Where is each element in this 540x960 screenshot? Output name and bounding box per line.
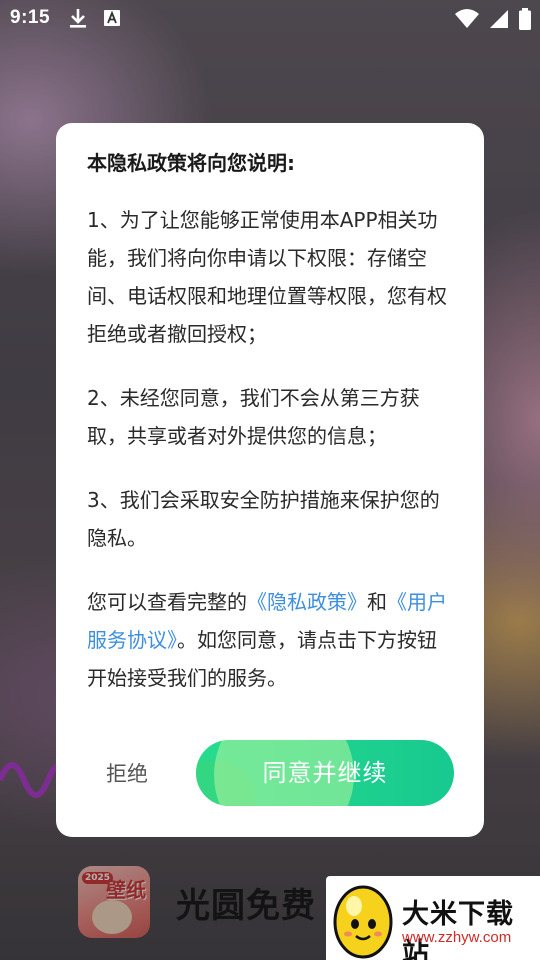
agree-continue-label: 同意并继续 bbox=[262, 759, 388, 787]
a-box-icon bbox=[104, 10, 120, 26]
screen: 2025 壁纸 光圆免费 9:15 本隐私政策将向您说明: 1、为了让您能够正常… bbox=[0, 0, 540, 960]
status-bar: 9:15 bbox=[0, 0, 540, 36]
privacy-policy-link[interactable]: 《隐私政策》 bbox=[247, 590, 367, 614]
download-icon bbox=[70, 9, 86, 28]
status-time: 9:15 bbox=[10, 7, 51, 28]
agree-continue-button[interactable]: 同意并继续 bbox=[196, 740, 454, 806]
battery-icon bbox=[519, 8, 531, 30]
policy-item-security: 3、我们会采取安全防护措施来保护您的隐私。 bbox=[87, 488, 440, 550]
status-icons-right bbox=[454, 7, 532, 31]
links-intro-text: 您可以查看完整的 bbox=[87, 590, 247, 614]
egg-mascot-icon bbox=[333, 885, 393, 959]
dialog-buttons: 拒绝 同意并继续 bbox=[56, 740, 484, 808]
watermark-badge: 大米下载站 www.zzhyw.com bbox=[326, 876, 540, 960]
policy-item-third-party: 2、未经您同意，我们不会从第三方获取，共享或者对外提供您的信息； bbox=[87, 386, 420, 448]
policy-links-paragraph: 您可以查看完整的《隐私政策》和《用户服务协议》。如您同意，请点击下方按钮开始接受… bbox=[87, 583, 454, 697]
links-and-text: 和 bbox=[367, 590, 387, 614]
decline-button[interactable]: 拒绝 bbox=[106, 758, 148, 788]
status-icons-left bbox=[68, 7, 122, 29]
signal-icon bbox=[490, 10, 508, 28]
privacy-dialog: 本隐私政策将向您说明: 1、为了让您能够正常使用本APP相关功能，我们将向你申请… bbox=[56, 123, 484, 837]
watermark-url: www.zzhyw.com bbox=[402, 929, 512, 946]
policy-item-permissions: 1、为了让您能够正常使用本APP相关功能，我们将向你申请以下权限：存储空间、电话… bbox=[87, 208, 447, 346]
dialog-title: 本隐私政策将向您说明: bbox=[87, 151, 295, 175]
watermark-title: 大米下载站 bbox=[402, 899, 514, 960]
wifi-icon bbox=[455, 9, 479, 28]
